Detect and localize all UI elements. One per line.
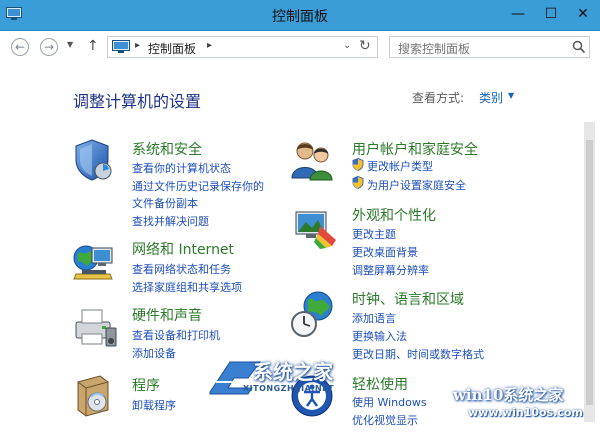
close-button[interactable]: ✕ (570, 4, 596, 24)
category-title-clock-language-region[interactable]: 时钟、语言和区域 (352, 289, 464, 309)
link-add-language[interactable]: 添加语言 (352, 310, 396, 326)
link-optimize-visual[interactable]: 优化视觉显示 (352, 412, 418, 428)
address-bar[interactable]: ▸ 控制面板 ▸ ⌄ ↻ (107, 36, 378, 58)
uac-shield-icon (352, 176, 364, 189)
scrollbar-thumb[interactable] (586, 140, 593, 405)
page-title: 调整计算机的设置 (73, 92, 202, 111)
link-add-device[interactable]: 添加设备 (132, 345, 176, 361)
recent-locations-button[interactable]: ▼ (67, 40, 73, 49)
link-change-theme[interactable]: 更改主题 (352, 226, 396, 242)
watermark-site-url: www.win10os.com (468, 406, 583, 419)
title-bar: 控制面板 — ☐ ✕ (0, 0, 600, 31)
programs-box-icon (77, 375, 109, 417)
minimize-button[interactable]: — (505, 4, 531, 24)
link-devices-printers[interactable]: 查看设备和打印机 (132, 327, 220, 343)
view-by-dropdown[interactable]: 类别 (479, 89, 503, 106)
category-title-hardware-sound[interactable]: 硬件和声音 (132, 305, 202, 325)
forward-button[interactable]: → (40, 38, 58, 56)
link-change-account-type[interactable]: 更改帐户类型 (367, 158, 433, 174)
breadcrumb[interactable]: 控制面板 (148, 40, 196, 57)
uac-shield-icon (352, 158, 364, 171)
network-globe-icon (73, 245, 113, 280)
search-input[interactable] (389, 36, 590, 58)
address-dropdown-button[interactable]: ⌄ (343, 40, 351, 51)
category-title-user-accounts[interactable]: 用户帐户和家庭安全 (352, 139, 478, 159)
printer-speaker-icon (75, 309, 117, 347)
back-button[interactable]: ← (11, 38, 29, 56)
maximize-button[interactable]: ☐ (538, 4, 564, 24)
navigation-bar: ← → ▼ ↑ ▸ 控制面板 ▸ ⌄ ↻ (0, 31, 600, 65)
category-title-system-security[interactable]: 系统和安全 (132, 139, 202, 159)
link-troubleshoot[interactable]: 查找并解决问题 (132, 213, 209, 229)
clock-globe-icon (291, 291, 333, 337)
link-uninstall-program[interactable]: 卸载程序 (132, 397, 176, 413)
up-button[interactable]: ↑ (87, 38, 99, 54)
security-shield-icon (75, 139, 112, 181)
category-title-appearance[interactable]: 外观和个性化 (352, 205, 436, 225)
refresh-button[interactable]: ↻ (359, 38, 371, 54)
link-view-computer-status[interactable]: 查看你的计算机状态 (132, 160, 231, 176)
link-file-backup[interactable]: 文件备份副本 (132, 195, 198, 211)
search-icon[interactable] (572, 40, 586, 54)
link-change-background[interactable]: 更改桌面背景 (352, 244, 418, 260)
control-panel-icon (112, 40, 130, 53)
link-homegroup[interactable]: 选择家庭组和共享选项 (132, 279, 242, 295)
view-by-label: 查看方式: (412, 91, 465, 105)
category-title-network-internet[interactable]: 网络和 Internet (132, 239, 234, 259)
category-title-programs[interactable]: 程序 (132, 375, 160, 395)
link-family-safety[interactable]: 为用户设置家庭安全 (367, 177, 466, 193)
watermark-logo-url: XITONGZHIJIA.NET (243, 384, 335, 393)
watermark-logo-text: 系统之家 (253, 360, 333, 384)
users-icon (291, 142, 333, 181)
breadcrumb-separator[interactable]: ▸ (135, 40, 140, 51)
breadcrumb-separator[interactable]: ▸ (207, 40, 212, 51)
watermark-site-text: win10系统之家 (453, 386, 564, 404)
link-network-status[interactable]: 查看网络状态和任务 (132, 261, 231, 277)
appearance-monitor-icon (295, 211, 336, 249)
link-screen-resolution[interactable]: 调整屏幕分辨率 (352, 262, 429, 278)
link-change-input[interactable]: 更换输入法 (352, 328, 407, 344)
link-file-history[interactable]: 通过文件历史记录保存你的 (132, 178, 264, 194)
chevron-down-icon[interactable]: ▼ (508, 91, 514, 100)
